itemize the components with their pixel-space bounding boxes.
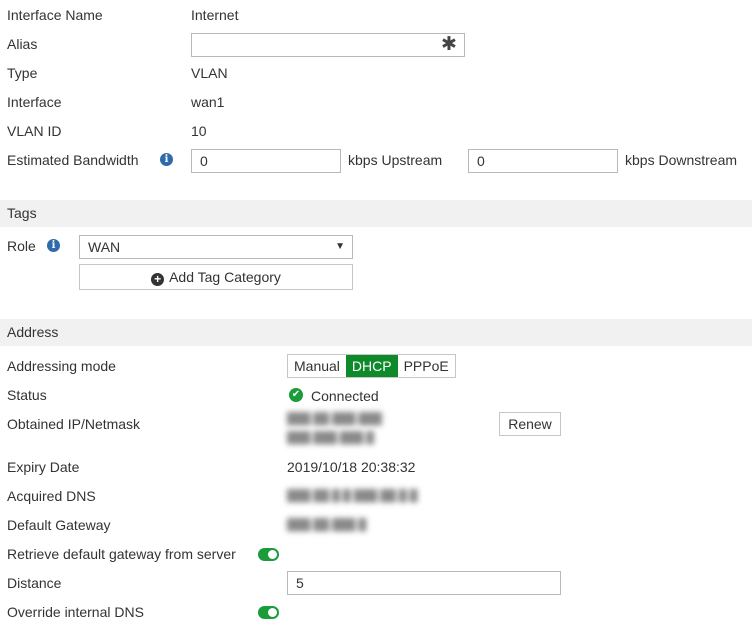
- add-tag-category-button[interactable]: + Add Tag Category: [79, 264, 353, 290]
- tags-section-title: Tags: [7, 205, 37, 221]
- renew-button[interactable]: Renew: [499, 412, 561, 436]
- check-circle-icon: ✔: [289, 388, 303, 402]
- override-dns-label: Override internal DNS: [7, 604, 144, 620]
- role-label: Role: [7, 238, 36, 254]
- status-label: Status: [7, 387, 47, 403]
- address-section-header: Address: [0, 319, 752, 346]
- obtained-netmask-value: ███.███.███.█: [287, 432, 375, 444]
- acquired-dns-value: ███.██.█.█ ███.██.█.█: [287, 490, 418, 502]
- role-select[interactable]: WAN ▼: [79, 235, 353, 259]
- alias-label: Alias: [7, 36, 38, 52]
- info-icon[interactable]: i: [160, 153, 173, 166]
- tags-section-header: Tags: [0, 200, 752, 227]
- addressing-mode-selector: Manual DHCP PPPoE: [287, 354, 456, 378]
- override-dns-toggle[interactable]: [258, 606, 279, 619]
- downstream-input[interactable]: [468, 149, 618, 173]
- upstream-input[interactable]: [191, 149, 341, 173]
- mode-manual-option[interactable]: Manual: [288, 355, 346, 377]
- role-select-value: WAN: [88, 239, 121, 255]
- plus-circle-icon: +: [151, 273, 165, 286]
- mode-dhcp-option[interactable]: DHCP: [345, 355, 398, 377]
- expiry-date-value: 2019/10/18 20:38:32: [287, 459, 416, 475]
- acquired-dns-label: Acquired DNS: [7, 488, 96, 504]
- asterisk-icon: ✱: [441, 34, 457, 55]
- add-tag-category-label: Add Tag Category: [169, 269, 281, 285]
- vlan-id-label: VLAN ID: [7, 123, 62, 139]
- retrieve-gateway-toggle[interactable]: [258, 548, 279, 561]
- alias-input[interactable]: [191, 33, 465, 57]
- interface-value: wan1: [191, 94, 225, 110]
- address-section-title: Address: [7, 324, 59, 340]
- distance-label: Distance: [7, 575, 62, 591]
- downstream-unit: kbps Downstream: [625, 152, 738, 168]
- mode-pppoe-option[interactable]: PPPoE: [398, 355, 455, 377]
- interface-name-label: Interface Name: [7, 7, 103, 23]
- caret-down-icon: ▼: [335, 241, 345, 252]
- upstream-unit: kbps Upstream: [348, 152, 443, 168]
- interface-name-value: Internet: [191, 7, 239, 23]
- estimated-bandwidth-label: Estimated Bandwidth: [7, 152, 139, 168]
- type-label: Type: [7, 65, 38, 81]
- distance-input[interactable]: [287, 571, 561, 595]
- interface-label: Interface: [7, 94, 62, 110]
- type-value: VLAN: [191, 65, 228, 81]
- vlan-id-value: 10: [191, 123, 207, 139]
- addressing-mode-label: Addressing mode: [7, 358, 116, 374]
- info-icon[interactable]: i: [47, 239, 60, 252]
- obtained-ip-label: Obtained IP/Netmask: [7, 416, 141, 432]
- obtained-ip-value: ███.██.███.███: [287, 413, 382, 425]
- retrieve-gateway-label: Retrieve default gateway from server: [7, 546, 236, 562]
- expiry-date-label: Expiry Date: [7, 459, 80, 475]
- default-gateway-label: Default Gateway: [7, 517, 111, 533]
- status-value: Connected: [311, 388, 379, 404]
- default-gateway-value: ███.██.███.█: [287, 519, 367, 531]
